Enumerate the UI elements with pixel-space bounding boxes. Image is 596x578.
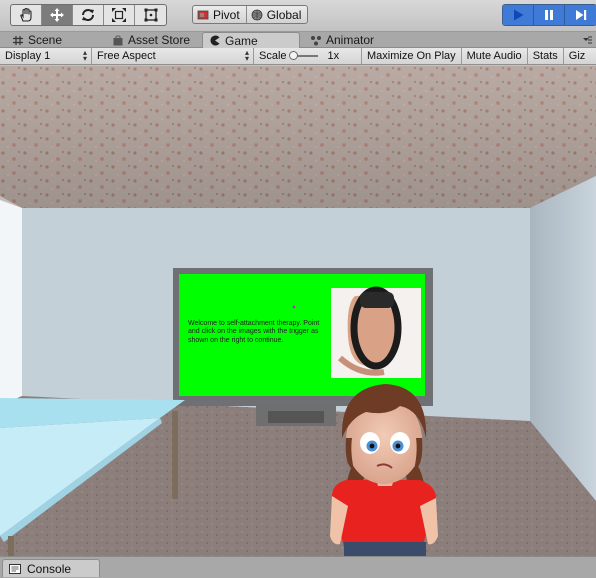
pause-button[interactable] bbox=[534, 5, 565, 25]
tab-asset-store-label: Asset Store bbox=[128, 33, 191, 47]
tab-animator-label: Animator bbox=[326, 33, 375, 47]
game-viewport[interactable]: Welcome to self-attachment therapy. Poin… bbox=[0, 66, 596, 556]
pointer-dot bbox=[292, 305, 296, 309]
pivot-label: Pivot bbox=[213, 7, 240, 22]
stats-toggle[interactable]: Stats bbox=[528, 48, 564, 64]
pivot-icon bbox=[197, 10, 209, 19]
mute-audio-toggle[interactable]: Mute Audio bbox=[462, 48, 528, 64]
pause-icon bbox=[545, 10, 553, 20]
scene-render bbox=[0, 66, 596, 556]
scale-value: 1x bbox=[327, 50, 340, 62]
rect-tool-button[interactable] bbox=[135, 5, 166, 25]
console-icon bbox=[9, 563, 21, 574]
rect-icon bbox=[144, 8, 157, 22]
console-panel-bar: Console bbox=[0, 556, 596, 578]
panel-menu-icon[interactable] bbox=[582, 35, 592, 45]
pivot-toggle-group: Pivot Global bbox=[192, 5, 309, 24]
mute-label: Mute Audio bbox=[466, 50, 522, 62]
pacman-icon bbox=[210, 35, 220, 46]
scale-slider[interactable] bbox=[288, 51, 318, 60]
maximize-on-play-toggle[interactable]: Maximize On Play bbox=[362, 48, 462, 64]
animator-icon bbox=[311, 35, 321, 45]
dropdown-arrows-icon: ▴ ▾ bbox=[244, 48, 249, 63]
maximize-label: Maximize On Play bbox=[367, 50, 456, 62]
pivot-button[interactable]: Pivot bbox=[193, 6, 247, 23]
scale-slider-knob[interactable] bbox=[288, 51, 298, 60]
tab-console[interactable]: Console bbox=[2, 559, 100, 577]
game-view-toolbar: Display 1 ▴ ▾ Free Aspect ▴ ▾ Scale 1x Max… bbox=[0, 48, 596, 65]
gizmos-dropdown[interactable]: Giz bbox=[564, 48, 591, 64]
scale-label: Scale bbox=[259, 50, 287, 62]
tab-game[interactable]: Game bbox=[202, 32, 300, 48]
aspect-label: Free Aspect bbox=[97, 50, 156, 62]
scale-tool-button[interactable] bbox=[104, 5, 135, 25]
tab-scene[interactable]: Scene bbox=[6, 32, 62, 48]
step-icon bbox=[575, 10, 586, 20]
display-label: Display 1 bbox=[5, 50, 51, 62]
dropdown-arrows-icon: ▴ ▾ bbox=[82, 48, 87, 63]
tv-welcome-message: Welcome to self-attachment therapy. Poin… bbox=[188, 320, 320, 344]
rotate-icon bbox=[82, 9, 94, 21]
global-label: Global bbox=[266, 7, 302, 22]
aspect-dropdown[interactable]: Free Aspect ▴ ▾ bbox=[92, 48, 254, 64]
play-button[interactable] bbox=[503, 5, 534, 25]
console-label: Console bbox=[27, 561, 72, 576]
play-icon bbox=[514, 9, 524, 21]
scale-control: Scale 1x bbox=[254, 48, 362, 64]
rotate-tool-button[interactable] bbox=[73, 5, 104, 25]
tab-game-label: Game bbox=[225, 33, 258, 48]
global-button[interactable]: Global bbox=[247, 6, 308, 23]
hand-icon bbox=[20, 7, 32, 22]
scale-icon bbox=[112, 8, 126, 22]
grid-icon bbox=[13, 35, 23, 45]
display-dropdown[interactable]: Display 1 ▴ ▾ bbox=[0, 48, 92, 64]
hand-tool-button[interactable] bbox=[11, 5, 42, 25]
step-button[interactable] bbox=[565, 5, 596, 25]
tab-asset-store[interactable]: Asset Store bbox=[106, 32, 190, 48]
shopping-bag-icon bbox=[113, 34, 123, 45]
move-icon bbox=[50, 8, 64, 22]
move-tool-button[interactable] bbox=[42, 5, 73, 25]
transform-tools bbox=[10, 4, 167, 26]
stats-label: Stats bbox=[532, 50, 558, 62]
editor-tab-bar: Scene Asset Store Game Animator bbox=[0, 32, 596, 48]
playback-controls bbox=[502, 4, 596, 26]
main-toolbar: Pivot Global bbox=[0, 0, 596, 32]
tab-animator[interactable]: Animator bbox=[304, 32, 374, 48]
gizmos-label: Giz bbox=[568, 50, 586, 62]
tab-scene-label: Scene bbox=[28, 33, 63, 47]
globe-icon bbox=[251, 9, 263, 20]
